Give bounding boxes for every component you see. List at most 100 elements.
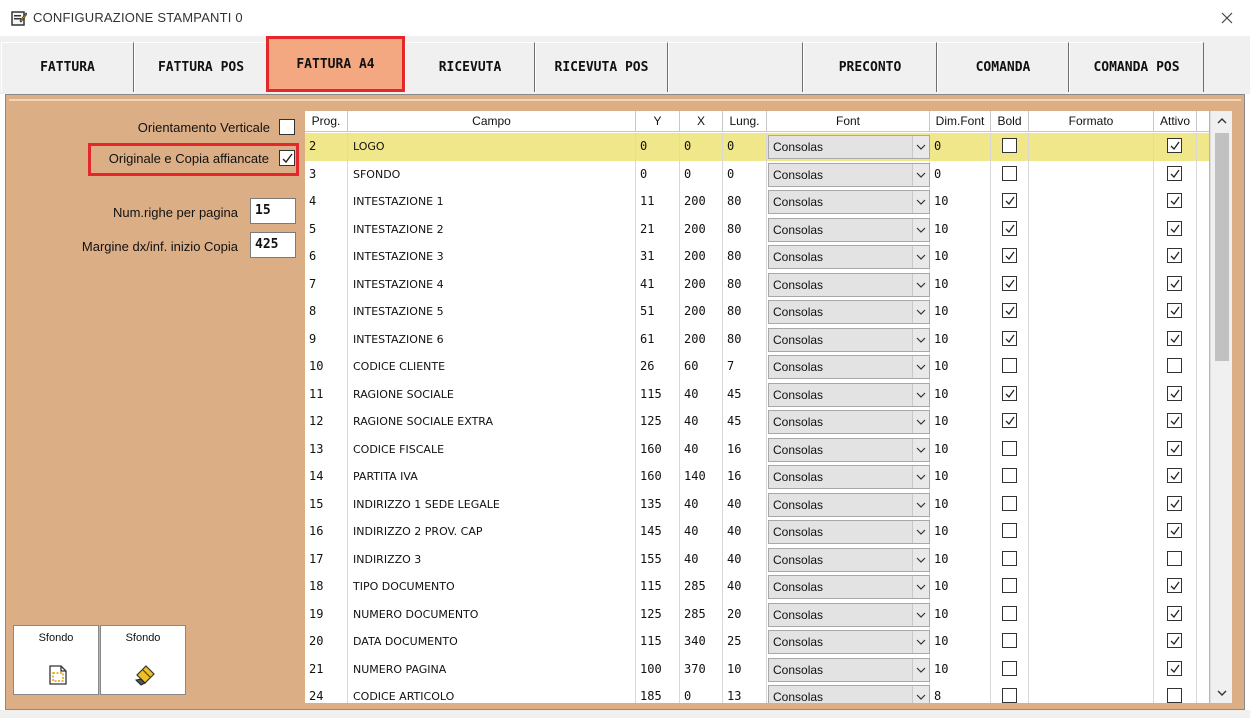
cell-x[interactable]: 40 <box>680 490 723 518</box>
cell-dimfont[interactable]: 0 <box>930 160 991 188</box>
font-select[interactable]: Consolas <box>768 575 930 599</box>
cell-y[interactable]: 26 <box>636 353 680 381</box>
cell-lung[interactable]: 40 <box>723 490 767 518</box>
font-select[interactable]: Consolas <box>768 437 930 462</box>
cell-y[interactable]: 31 <box>636 243 680 271</box>
righe-input[interactable]: 15 <box>250 198 296 224</box>
cell-dimfont[interactable]: 10 <box>930 435 991 463</box>
cell-formato[interactable] <box>1029 353 1154 381</box>
cell-x[interactable]: 0 <box>680 133 723 161</box>
bold-checkbox[interactable] <box>1002 248 1017 263</box>
cell-y[interactable]: 155 <box>636 545 680 573</box>
cell-y[interactable]: 0 <box>636 160 680 188</box>
cell-lung[interactable]: 25 <box>723 628 767 656</box>
dropdown-arrow[interactable] <box>912 136 929 158</box>
cell-formato[interactable] <box>1029 463 1154 491</box>
cell-prog[interactable]: 2 <box>305 133 348 161</box>
cell-y[interactable]: 51 <box>636 298 680 326</box>
cell-formato[interactable] <box>1029 188 1154 216</box>
cell-dimfont[interactable]: 10 <box>930 490 991 518</box>
cell-campo[interactable]: CODICE ARTICOLO <box>348 683 636 703</box>
cell-dimfont[interactable]: 10 <box>930 545 991 573</box>
cell-prog[interactable]: 13 <box>305 435 348 463</box>
cell-dimfont[interactable]: 10 <box>930 600 991 628</box>
bold-checkbox[interactable] <box>1002 440 1017 456</box>
attivo-checkbox[interactable] <box>1167 165 1182 181</box>
dropdown-arrow[interactable] <box>912 658 929 681</box>
header-bold[interactable]: Bold <box>991 111 1029 132</box>
table-row[interactable]: 19 NUMERO DOCUMENTO 125 285 20 Consolas 10 <box>305 600 1209 628</box>
cell-prog[interactable]: 16 <box>305 518 348 546</box>
attivo-checkbox[interactable] <box>1167 385 1182 401</box>
cell-x[interactable]: 200 <box>680 325 723 353</box>
cell-y[interactable]: 11 <box>636 188 680 216</box>
cell-dimfont[interactable]: 10 <box>930 325 991 353</box>
cell-campo[interactable]: INTESTAZIONE 5 <box>348 298 636 326</box>
table-row[interactable]: 20 DATA DOCUMENTO 115 340 25 Consolas 10 <box>305 628 1209 656</box>
font-select[interactable]: Consolas <box>768 547 930 572</box>
cell-formato[interactable] <box>1029 215 1154 243</box>
tab-ricevuta-pos[interactable]: RICEVUTA POS <box>535 42 668 92</box>
font-select[interactable]: Consolas <box>768 162 930 187</box>
cell-prog[interactable]: 3 <box>305 160 348 188</box>
table-row[interactable]: 14 PARTITA IVA 160 140 16 Consolas 10 <box>305 463 1209 491</box>
cell-x[interactable]: 200 <box>680 270 723 298</box>
cell-x[interactable]: 200 <box>680 243 723 271</box>
margine-input[interactable]: 425 <box>250 232 296 258</box>
cell-formato[interactable] <box>1029 243 1154 271</box>
tab-comanda-pos[interactable]: COMANDA POS <box>1069 42 1204 92</box>
font-select[interactable]: Consolas <box>768 190 930 214</box>
cell-y[interactable]: 115 <box>636 628 680 656</box>
cell-formato[interactable] <box>1029 600 1154 628</box>
cell-lung[interactable]: 20 <box>723 600 767 628</box>
cell-x[interactable]: 40 <box>680 380 723 408</box>
cell-lung[interactable]: 80 <box>723 325 767 353</box>
dropdown-arrow[interactable] <box>912 246 929 268</box>
dropdown-arrow[interactable] <box>912 466 929 488</box>
header-font[interactable]: Font <box>767 111 930 132</box>
cell-formato[interactable] <box>1029 160 1154 188</box>
cell-lung[interactable]: 40 <box>723 545 767 573</box>
dropdown-arrow[interactable] <box>912 218 929 241</box>
cell-formato[interactable] <box>1029 490 1154 518</box>
bold-checkbox[interactable] <box>1002 193 1017 208</box>
cell-prog[interactable]: 19 <box>305 600 348 628</box>
cell-prog[interactable]: 18 <box>305 573 348 601</box>
cell-prog[interactable]: 24 <box>305 683 348 703</box>
cell-x[interactable]: 0 <box>680 160 723 188</box>
cell-campo[interactable]: RAGIONE SOCIALE EXTRA <box>348 408 636 436</box>
table-row[interactable]: 3 SFONDO 0 0 0 Consolas 0 <box>305 160 1209 188</box>
table-row[interactable]: 24 CODICE ARTICOLO 185 0 13 Consolas 8 <box>305 683 1209 703</box>
cell-lung[interactable]: 45 <box>723 380 767 408</box>
tab-empty[interactable] <box>668 42 803 92</box>
tab-comanda[interactable]: COMANDA <box>937 42 1069 92</box>
bold-checkbox[interactable] <box>1002 330 1017 346</box>
cell-campo[interactable]: PARTITA IVA <box>348 463 636 491</box>
cell-dimfont[interactable]: 10 <box>930 463 991 491</box>
tab-fattura-a4[interactable]: FATTURA A4 <box>266 36 405 92</box>
cell-y[interactable]: 135 <box>636 490 680 518</box>
cell-campo[interactable]: DATA DOCUMENTO <box>348 628 636 656</box>
dropdown-arrow[interactable] <box>912 383 929 406</box>
cell-lung[interactable]: 80 <box>723 270 767 298</box>
cell-dimfont[interactable]: 10 <box>930 408 991 436</box>
attivo-checkbox[interactable] <box>1167 275 1182 291</box>
cell-prog[interactable]: 14 <box>305 463 348 491</box>
table-row[interactable]: 13 CODICE FISCALE 160 40 16 Consolas 10 <box>305 435 1209 463</box>
cell-lung[interactable]: 16 <box>723 435 767 463</box>
table-row[interactable]: 16 INDIRIZZO 2 PROV. CAP 145 40 40 Consolas 10 <box>305 518 1209 546</box>
cell-lung[interactable]: 40 <box>723 573 767 601</box>
cell-x[interactable]: 200 <box>680 188 723 216</box>
cell-y[interactable]: 145 <box>636 518 680 546</box>
cell-x[interactable]: 285 <box>680 573 723 601</box>
font-select[interactable]: Consolas <box>768 327 930 352</box>
font-select[interactable]: Consolas <box>768 217 930 242</box>
cell-dimfont[interactable]: 10 <box>930 628 991 656</box>
cell-prog[interactable]: 11 <box>305 380 348 408</box>
cell-y[interactable]: 115 <box>636 573 680 601</box>
cell-dimfont[interactable]: 10 <box>930 298 991 326</box>
cell-y[interactable]: 21 <box>636 215 680 243</box>
header-x[interactable]: X <box>680 111 723 132</box>
cell-formato[interactable] <box>1029 270 1154 298</box>
dropdown-arrow[interactable] <box>912 576 929 598</box>
